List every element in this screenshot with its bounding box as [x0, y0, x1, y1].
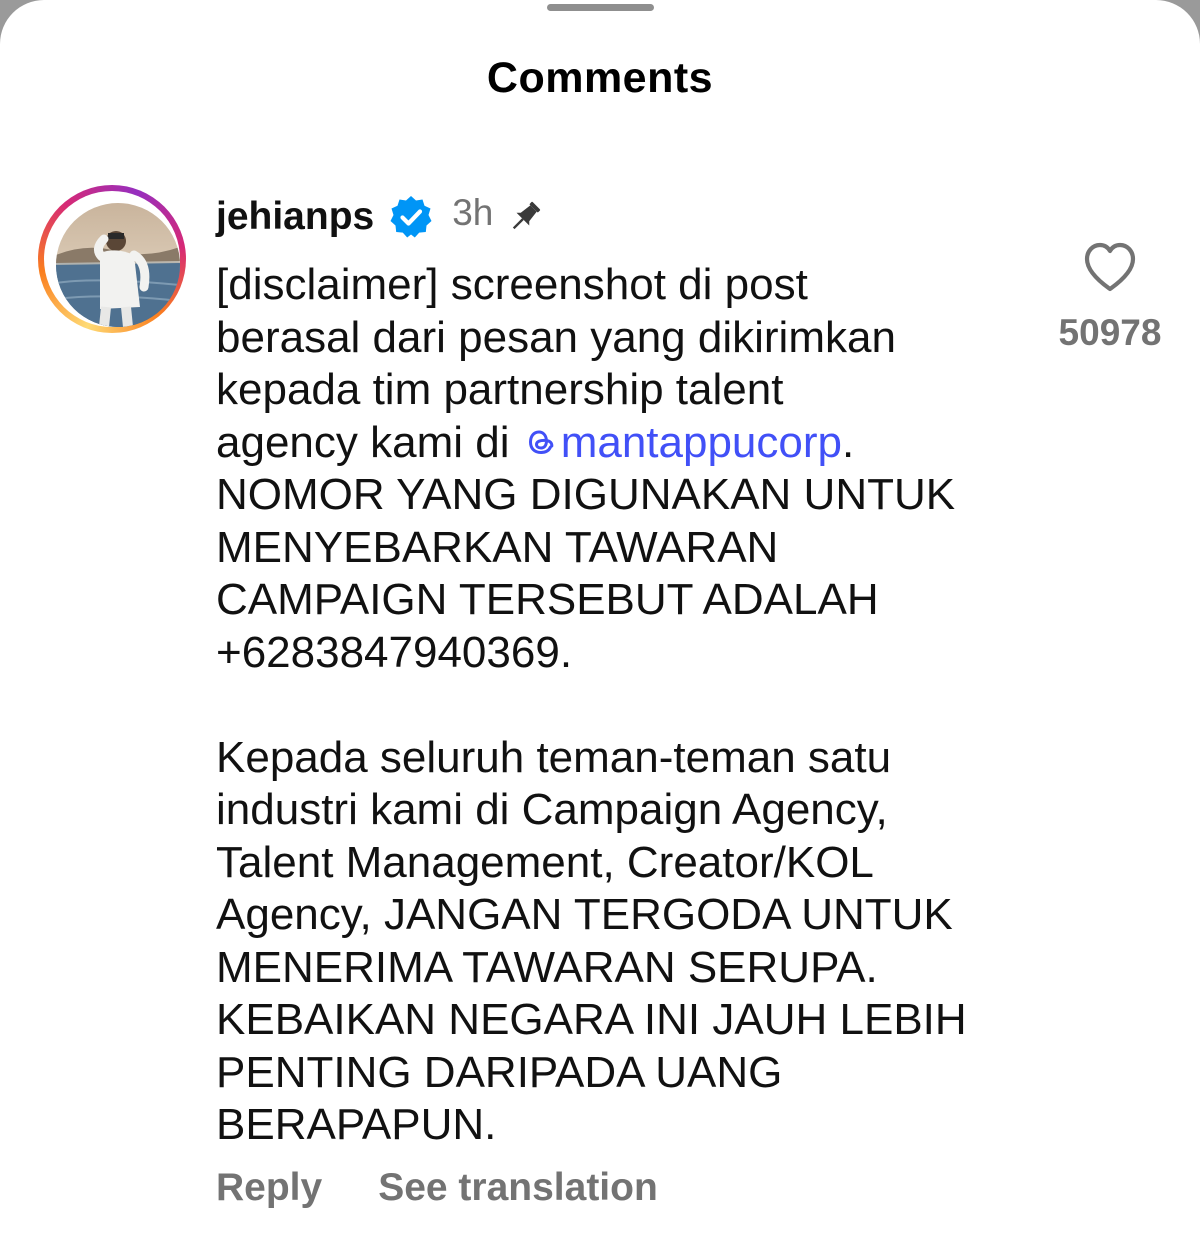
heart-icon[interactable]	[1040, 240, 1180, 294]
comment-actions: Reply See translation	[216, 1166, 658, 1210]
username[interactable]: jehianps	[216, 195, 374, 239]
comment-time: 3h	[452, 192, 494, 233]
drag-handle[interactable]	[547, 4, 654, 11]
avatar[interactable]	[38, 185, 186, 333]
like-area: 50978	[1040, 240, 1180, 354]
verified-badge-icon	[388, 194, 434, 240]
comment-meta: jehianps 3h	[216, 192, 545, 242]
reply-button[interactable]: Reply	[216, 1166, 322, 1210]
like-count: 50978	[1058, 312, 1162, 353]
see-translation-button[interactable]: See translation	[378, 1166, 658, 1210]
mention-username: mantappucorp	[560, 417, 842, 467]
comments-sheet: Comments jehianps 3h [disclaimer] screen…	[0, 0, 1200, 1236]
mention-link[interactable]: mantappucorp	[522, 418, 842, 467]
comment-text-part-2: . NOMOR YANG DIGUNAKAN UNTUK MENYEBARKAN…	[216, 417, 967, 1150]
comment-text: [disclaimer] screenshot di post berasal …	[216, 259, 1046, 1152]
pin-icon	[505, 197, 545, 237]
sheet-title: Comments	[486, 54, 714, 102]
threads-icon	[522, 421, 560, 459]
avatar-photo	[56, 203, 180, 327]
